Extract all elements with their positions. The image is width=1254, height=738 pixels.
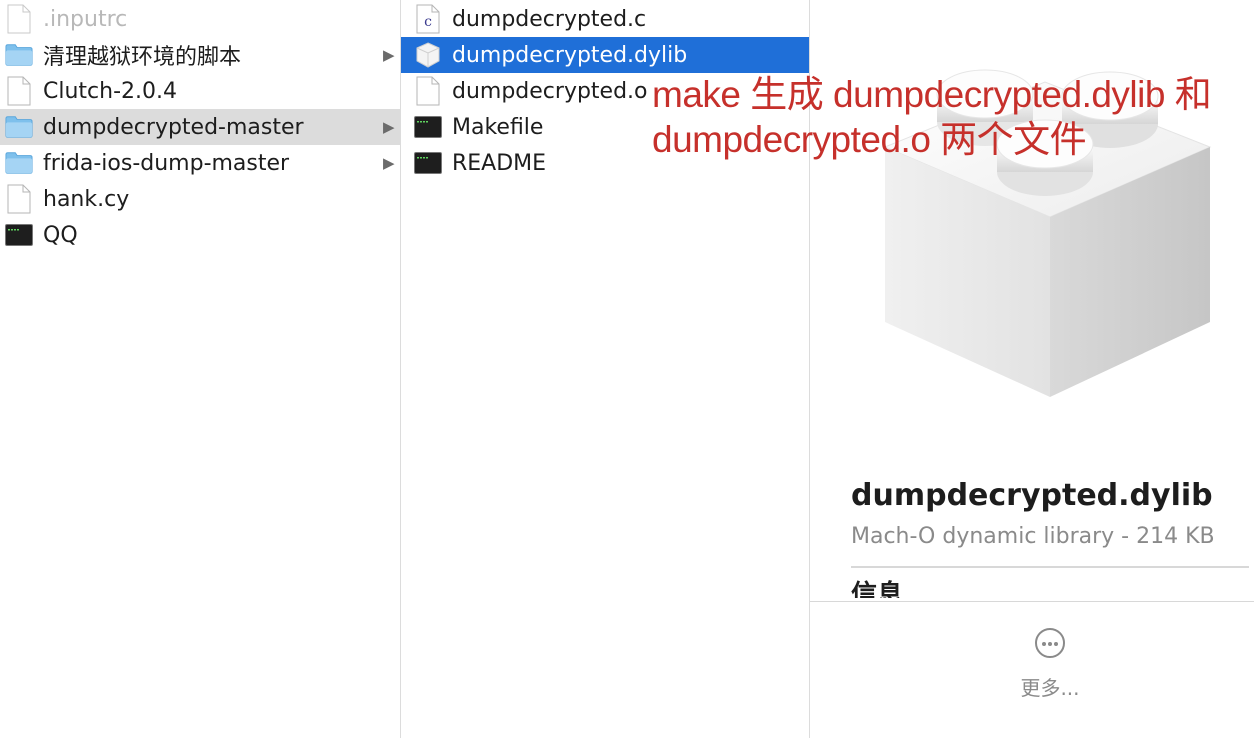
file-name: dumpdecrypted.c	[452, 6, 647, 32]
file-name: Clutch-2.0.4	[43, 78, 177, 104]
file-name: dumpdecrypted.dylib	[452, 42, 688, 68]
file-row-clutch[interactable]: Clutch-2.0.4	[0, 73, 400, 109]
folder-name: dumpdecrypted-master	[43, 114, 304, 140]
folder-row-frida-ios-dump-master[interactable]: frida-ios-dump-master ▶	[0, 145, 400, 181]
annotation-line-2: dumpdecrypted.o 两个文件	[652, 119, 1087, 160]
more-label: 更多...	[1020, 676, 1080, 700]
folder-name: 清理越狱环境的脚本	[43, 45, 242, 70]
file-row-hank[interactable]: hank.cy	[0, 181, 400, 217]
document-icon	[5, 183, 33, 215]
disclosure-arrow-icon: ▶	[383, 46, 395, 64]
file-name: .inputrc	[43, 6, 128, 32]
file-row-dumpdecrypted-c[interactable]: c dumpdecrypted.c	[401, 1, 809, 37]
document-icon	[414, 75, 442, 107]
folder-name: frida-ios-dump-master	[43, 150, 290, 176]
file-name: QQ	[43, 222, 78, 248]
annotation-line-1: make 生成 dumpdecrypted.dylib 和	[652, 74, 1212, 115]
file-row-qq[interactable]: QQ	[0, 217, 400, 253]
preview-subtitle: Mach-O dynamic library - 214 KB	[851, 524, 1215, 549]
svg-text:c: c	[424, 14, 432, 30]
finder-column-1: .inputrc 清理越狱环境的脚本 ▶ Clutch-2.0.4 dumpde…	[0, 0, 401, 738]
folder-row-dumpdecrypted-master[interactable]: dumpdecrypted-master ▶	[0, 109, 400, 145]
more-button[interactable]: 更多...	[1000, 628, 1100, 708]
folder-icon	[5, 111, 33, 143]
terminal-exec-icon	[414, 111, 442, 143]
terminal-exec-icon	[414, 147, 442, 179]
file-name: hank.cy	[43, 186, 130, 212]
folder-row-jailbreak-scripts[interactable]: 清理越狱环境的脚本 ▶	[0, 37, 400, 73]
preview-separator	[851, 566, 1249, 568]
file-row-inputrc[interactable]: .inputrc	[0, 1, 400, 37]
folder-icon	[5, 39, 33, 71]
terminal-exec-icon	[5, 219, 33, 251]
disclosure-arrow-icon: ▶	[383, 154, 395, 172]
folder-icon	[5, 147, 33, 179]
ellipsis-circle-icon	[1035, 628, 1065, 658]
preview-title: dumpdecrypted.dylib	[851, 478, 1213, 513]
disclosure-arrow-icon: ▶	[383, 118, 395, 136]
c-source-icon: c	[414, 3, 442, 35]
file-row-dumpdecrypted-dylib[interactable]: dumpdecrypted.dylib	[401, 37, 809, 73]
dylib-icon	[414, 39, 442, 71]
preview-footer-divider	[810, 601, 1254, 602]
document-icon	[5, 75, 33, 107]
annotation-text: make 生成 dumpdecrypted.dylib 和 dumpdecryp…	[652, 72, 1254, 162]
info-section-heading: 信息	[851, 580, 904, 598]
document-icon	[5, 3, 33, 35]
